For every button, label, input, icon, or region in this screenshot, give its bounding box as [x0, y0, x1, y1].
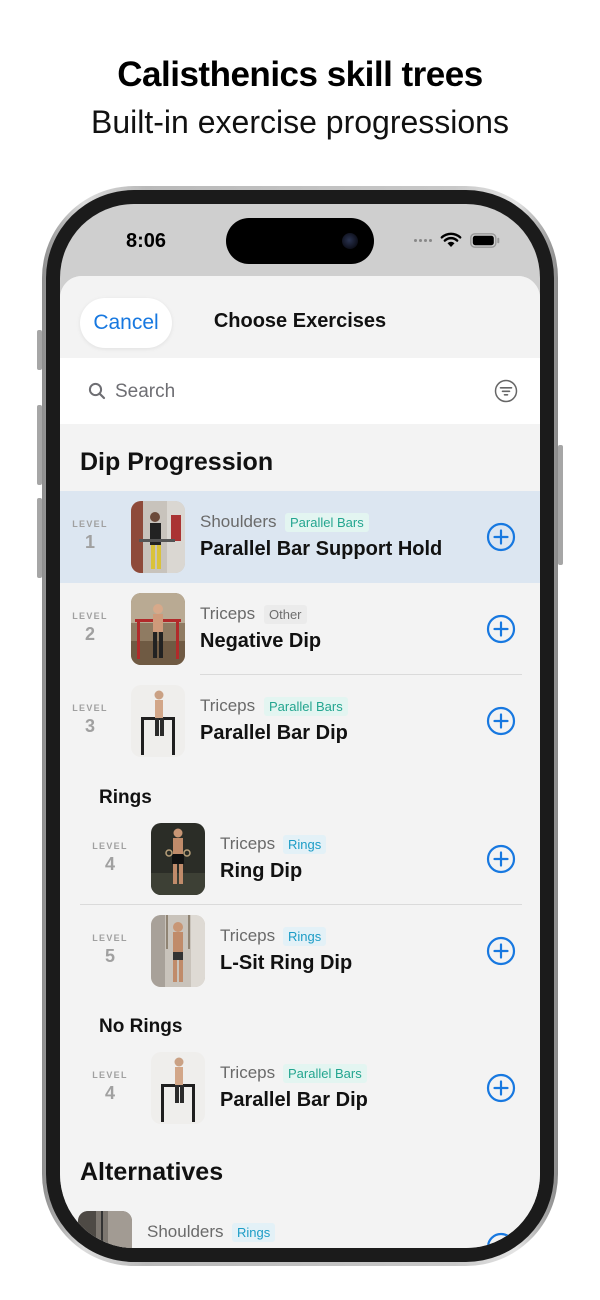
equipment-tag: Rings — [283, 835, 327, 854]
exercise-thumbnail — [131, 593, 185, 665]
level-indicator: LEVEL 5 — [92, 933, 128, 966]
dynamic-island — [226, 218, 374, 264]
level-indicator: LEVEL 1 — [72, 519, 108, 552]
exercise-name: Parallel Bar Dip — [220, 1089, 368, 1111]
muscle-group: Shoulders — [200, 512, 277, 531]
exercise-thumbnail — [151, 823, 205, 895]
subsection-title-no-rings: No Rings — [99, 1016, 183, 1037]
exercise-row[interactable]: LEVEL 5 Triceps Rings L-Sit Ring Dip — [60, 905, 540, 997]
section-title-dip-progression: Dip Progression — [80, 448, 274, 476]
exercise-name: Ring Dip — [220, 860, 303, 882]
exercise-row[interactable]: LEVEL 4 Triceps Rings Ring Dip — [60, 813, 540, 905]
muscle-group: Triceps — [200, 604, 256, 623]
equipment-tag: Parallel Bars — [264, 697, 348, 716]
signal-dots-icon — [414, 238, 432, 242]
subsection-title-rings: Rings — [99, 787, 152, 808]
exercise-row[interactable]: LEVEL 1 Shoulders Parallel Bars Parallel … — [60, 491, 540, 583]
subheadline: Built-in exercise progressions — [91, 104, 509, 140]
muscle-group: Triceps — [220, 926, 276, 945]
equipment-tag: Other — [264, 605, 307, 624]
muscle-group: Triceps — [200, 696, 256, 715]
exercise-row[interactable]: LEVEL 3 Triceps Parallel Bars Parallel Ba… — [60, 675, 540, 767]
status-icons — [414, 232, 500, 248]
plus-circle-icon[interactable] — [486, 614, 516, 644]
exercise-name: L-Sit Ring Dip — [220, 952, 353, 974]
wifi-icon — [440, 232, 462, 248]
plus-circle-icon[interactable] — [486, 706, 516, 736]
exercise-name: Parallel Bar Dip — [200, 722, 348, 744]
level-indicator: LEVEL 2 — [72, 611, 108, 644]
exercise-name: Negative Dip — [200, 630, 322, 652]
status-time: 8:06 — [126, 230, 167, 252]
level-indicator: LEVEL 4 — [92, 1070, 128, 1103]
plus-circle-icon[interactable] — [486, 1232, 516, 1248]
equipment-tag: Parallel Bars — [283, 1064, 367, 1083]
exercise-thumbnail — [151, 915, 205, 987]
search-bar[interactable]: Search — [60, 358, 540, 424]
section-title-alternatives: Alternatives — [80, 1158, 224, 1186]
equipment-tag: Parallel Bars — [285, 513, 369, 532]
choose-exercises-sheet: Cancel Choose Exercises Search Dip Progr… — [60, 276, 540, 1248]
search-icon — [88, 382, 106, 405]
equipment-tag: Rings — [283, 927, 327, 946]
battery-icon — [470, 232, 500, 248]
filter-icon[interactable] — [494, 379, 518, 408]
muscle-group: Shoulders — [147, 1222, 224, 1241]
power-button — [558, 445, 563, 565]
plus-circle-icon[interactable] — [486, 1073, 516, 1103]
navigation-bar: Cancel Choose Exercises — [60, 276, 540, 358]
exercise-thumbnail — [131, 685, 185, 757]
exercise-thumbnail — [78, 1211, 132, 1248]
exercise-row[interactable]: LEVEL 4 Triceps Parallel Bars Parallel Ba… — [60, 1042, 540, 1134]
exercise-row[interactable]: Shoulders Rings — [60, 1201, 540, 1248]
plus-circle-icon[interactable] — [486, 522, 516, 552]
exercise-name: Parallel Bar Support Hold — [200, 538, 443, 560]
muscle-group: Triceps — [220, 834, 276, 853]
phone-screen: 8:06 Cancel Choose Exercises Search Dip … — [60, 204, 540, 1248]
nav-title: Choose Exercises — [213, 310, 387, 332]
exercise-thumbnail — [131, 501, 185, 573]
marketing-header: Calisthenics skill trees Built-in exerci… — [0, 52, 600, 144]
muscle-group: Triceps — [220, 1063, 276, 1082]
plus-circle-icon[interactable] — [486, 936, 516, 966]
equipment-tag: Rings — [232, 1223, 276, 1242]
volume-up-button — [37, 405, 42, 485]
search-input[interactable]: Search — [115, 381, 175, 403]
exercise-row[interactable]: LEVEL 2 Triceps Other Negative Dip — [60, 583, 540, 675]
headline: Calisthenics skill trees — [117, 55, 483, 94]
volume-down-button — [37, 498, 42, 578]
camera-icon — [342, 233, 358, 249]
level-indicator: LEVEL 4 — [92, 841, 128, 874]
mute-switch — [37, 330, 42, 370]
exercise-thumbnail — [151, 1052, 205, 1124]
plus-circle-icon[interactable] — [486, 844, 516, 874]
level-indicator: LEVEL 3 — [72, 703, 108, 736]
